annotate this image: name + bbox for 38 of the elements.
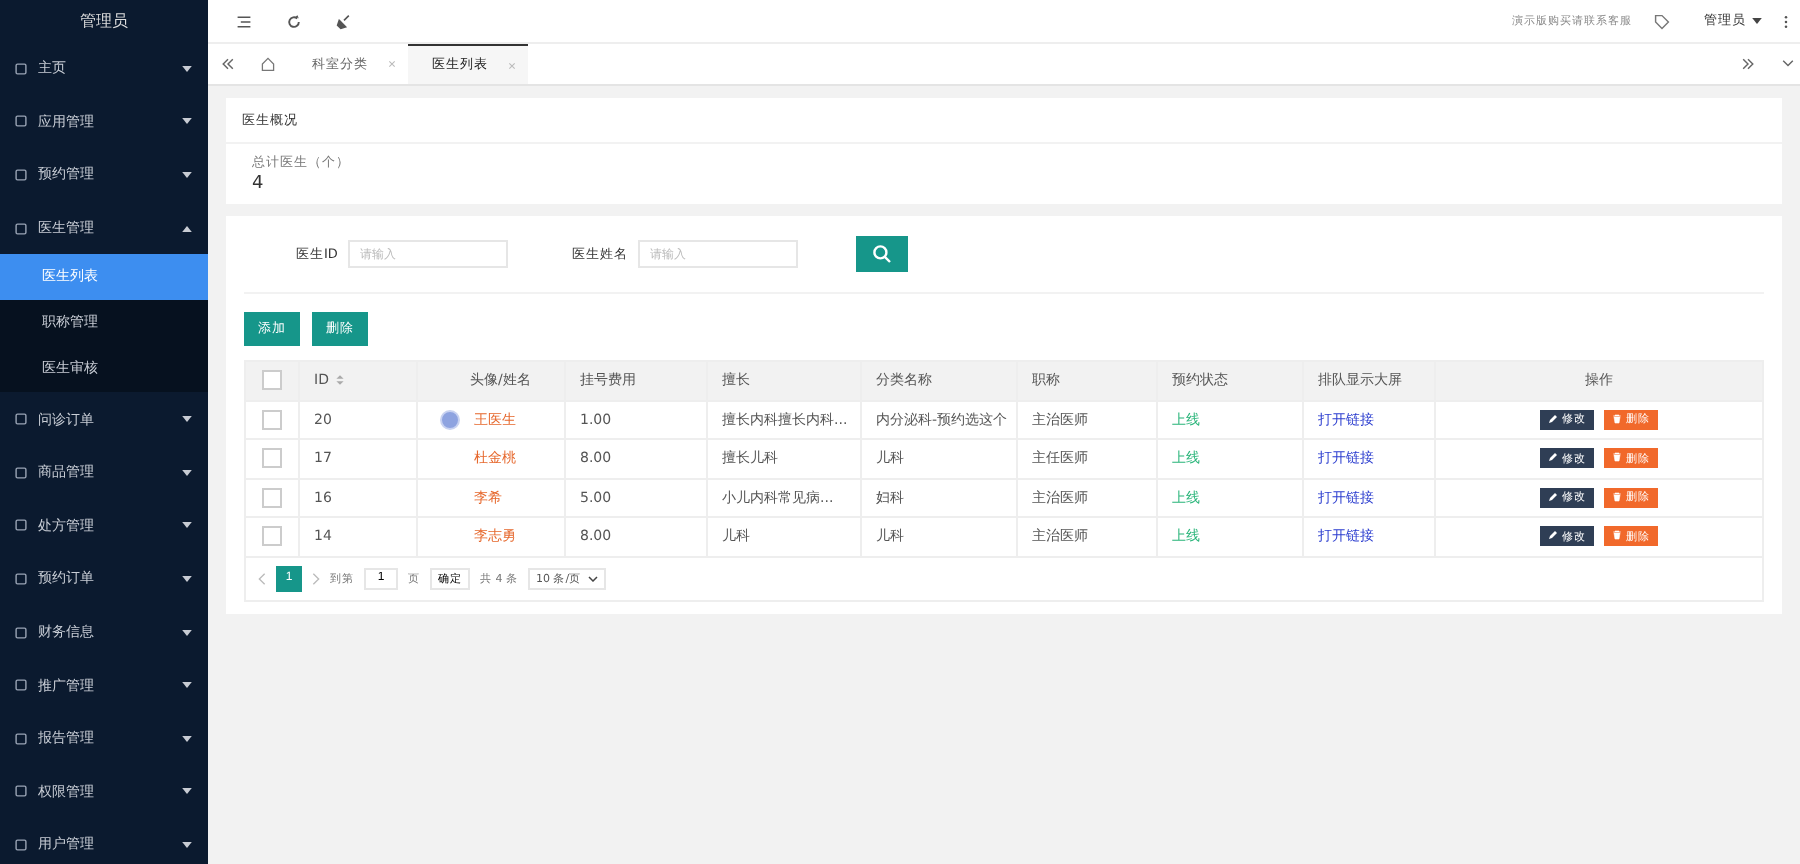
caret-icon xyxy=(182,682,192,689)
checkbox[interactable] xyxy=(262,409,282,430)
caret-icon xyxy=(182,118,192,125)
caret-icon xyxy=(182,65,192,72)
checkbox[interactable] xyxy=(262,448,282,469)
trash-icon xyxy=(1612,413,1622,424)
caret-icon xyxy=(182,841,192,848)
search-button[interactable] xyxy=(855,236,908,272)
caret-icon xyxy=(182,522,192,529)
caret-icon xyxy=(182,225,192,232)
pencil-icon xyxy=(1548,491,1558,502)
chevron-left-icon[interactable] xyxy=(258,571,266,585)
checkbox[interactable] xyxy=(262,487,282,508)
caret-icon xyxy=(182,788,192,795)
caret-icon xyxy=(182,171,192,178)
trash-icon xyxy=(1612,452,1622,463)
caret-icon xyxy=(182,575,192,582)
pencil-icon xyxy=(1548,413,1558,424)
chevron-down-icon xyxy=(587,575,598,581)
caret-icon xyxy=(182,735,192,742)
sidebar-title: 管理员 xyxy=(78,10,130,34)
close-icon[interactable] xyxy=(388,60,396,68)
trash-icon xyxy=(1612,491,1622,502)
refresh-icon[interactable] xyxy=(286,13,302,29)
caret-icon xyxy=(182,416,192,423)
pencil-icon xyxy=(1548,452,1558,463)
checkbox[interactable] xyxy=(262,526,282,547)
caret-icon[interactable] xyxy=(1752,18,1762,24)
sort-icon[interactable] xyxy=(336,374,345,387)
search-icon xyxy=(871,244,892,264)
stat-value: 4 xyxy=(252,174,266,194)
tag-icon[interactable] xyxy=(1654,13,1670,29)
caret-icon xyxy=(182,629,192,636)
pencil-icon xyxy=(1548,530,1558,541)
trash-icon xyxy=(1612,530,1622,541)
caret-icon xyxy=(182,469,192,476)
broom-icon[interactable] xyxy=(336,13,352,29)
checkbox[interactable] xyxy=(262,370,282,391)
